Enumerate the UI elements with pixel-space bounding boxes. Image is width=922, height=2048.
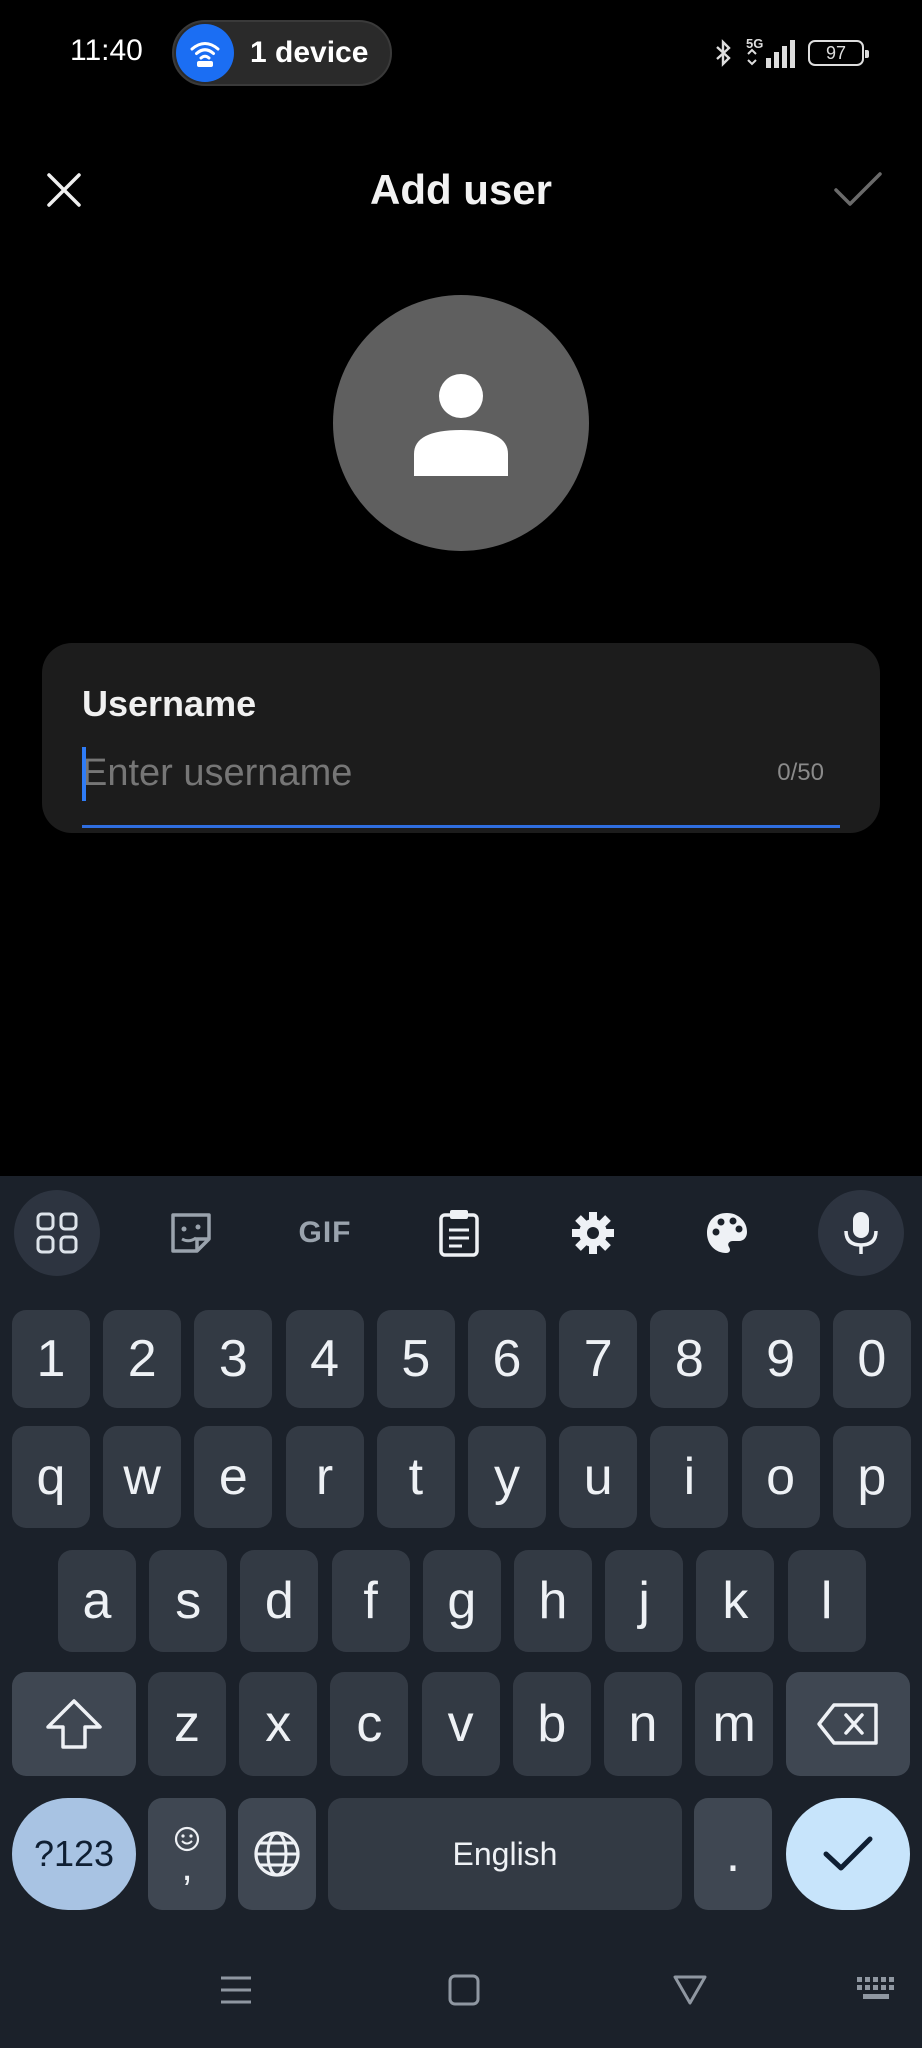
shift-key[interactable] [12,1672,136,1776]
key-x[interactable]: x [239,1672,318,1776]
key-n[interactable]: n [604,1672,682,1776]
key-0[interactable]: 0 [832,1310,911,1408]
key-i[interactable]: i [650,1426,729,1528]
key-f[interactable]: f [331,1550,410,1652]
keyboard: GIF 1 2 3 4 5 6 7 8 9 0 q w e r t y u i … [0,1176,922,2048]
key-c[interactable]: c [330,1672,409,1776]
key-g[interactable]: g [422,1550,501,1652]
input-underline [82,825,840,828]
enter-key[interactable] [786,1798,910,1910]
key-3[interactable]: 3 [194,1310,273,1408]
sticker-button[interactable] [148,1190,234,1276]
key-u[interactable]: u [559,1426,638,1528]
key-s[interactable]: s [149,1550,228,1652]
palette-icon [707,1213,747,1253]
status-icons: 5G 97 [714,36,869,70]
symbols-key[interactable]: ?123 [12,1798,136,1910]
username-card: Username 0/50 [42,643,880,833]
svg-text:5G: 5G [746,36,763,51]
wifi-hotspot-icon [176,24,234,82]
recents-button[interactable] [206,1960,266,2020]
key-o[interactable]: o [741,1426,820,1528]
key-r[interactable]: r [285,1426,364,1528]
key-j[interactable]: j [605,1550,684,1652]
page-title: Add user [369,166,553,213]
voice-input-button[interactable] [818,1190,904,1276]
check-icon [834,172,882,206]
key-e[interactable]: e [194,1426,273,1528]
mic-icon [844,1212,878,1254]
comma-label: , [181,1845,193,1889]
key-y[interactable]: y [468,1426,546,1528]
keyboard-switch-button[interactable] [846,1960,906,2020]
key-v[interactable]: v [421,1672,500,1776]
signal-icon: 5G [746,36,795,68]
status-bar: 11:40 1 device 5G 97 [0,0,922,106]
key-d[interactable]: d [240,1550,319,1652]
check-icon [823,1836,873,1871]
battery-icon: 97 [808,40,869,66]
apps-grid-button[interactable] [14,1190,100,1276]
key-4[interactable]: 4 [285,1310,364,1408]
keyboard-toolbar: GIF [0,1176,922,1286]
avatar[interactable] [333,295,589,551]
bluetooth-icon [716,39,731,67]
home-button[interactable] [434,1960,494,2020]
key-w[interactable]: w [103,1426,182,1528]
menu-icon [221,1976,251,2004]
key-m[interactable]: m [695,1672,774,1776]
period-key[interactable]: . [694,1798,772,1910]
gear-icon [572,1212,614,1254]
home-square-icon [448,1974,480,2006]
language-key[interactable] [238,1798,316,1910]
space-key[interactable]: English [328,1798,682,1910]
hotspot-label: 1 device [250,36,369,69]
key-k[interactable]: k [696,1550,775,1652]
clipboard-icon [439,1210,479,1257]
key-z[interactable]: z [148,1672,226,1776]
settings-button[interactable] [550,1190,636,1276]
key-2[interactable]: 2 [103,1310,182,1408]
clipboard-button[interactable] [416,1190,502,1276]
username-label: Username [82,683,257,724]
text-cursor [82,747,86,801]
key-8[interactable]: 8 [650,1310,729,1408]
key-1[interactable]: 1 [12,1310,90,1408]
status-time: 11:40 [70,34,143,67]
key-a[interactable]: a [58,1550,136,1652]
backspace-key[interactable] [786,1672,910,1776]
shift-icon [46,1699,102,1749]
gif-button[interactable]: GIF [282,1190,368,1276]
comma-key[interactable]: , [148,1798,226,1910]
battery-level: 97 [825,42,847,63]
username-input[interactable] [82,745,842,801]
back-button[interactable] [660,1960,720,2020]
keyboard-icon [857,1977,894,1999]
key-h[interactable]: h [514,1550,592,1652]
key-7[interactable]: 7 [559,1310,638,1408]
character-counter: 0/50 [777,759,824,786]
theme-button[interactable] [684,1190,770,1276]
globe-icon [254,1831,300,1877]
apps-grid-icon [36,1212,78,1254]
navigation-bar [0,1946,922,2048]
backspace-icon [817,1703,878,1745]
key-b[interactable]: b [512,1672,591,1776]
hotspot-indicator[interactable]: 1 device [172,20,392,86]
sticker-icon [171,1213,211,1253]
person-icon [414,374,508,476]
key-p[interactable]: p [832,1426,911,1528]
key-l[interactable]: l [787,1550,866,1652]
app-bar: Add user [0,140,922,240]
key-q[interactable]: q [12,1426,90,1528]
key-9[interactable]: 9 [741,1310,820,1408]
back-triangle-icon [673,1975,707,2005]
gif-label: GIF [298,1216,352,1249]
confirm-button[interactable] [826,158,890,222]
key-t[interactable]: t [376,1426,455,1528]
key-5[interactable]: 5 [376,1310,455,1408]
key-6[interactable]: 6 [468,1310,546,1408]
